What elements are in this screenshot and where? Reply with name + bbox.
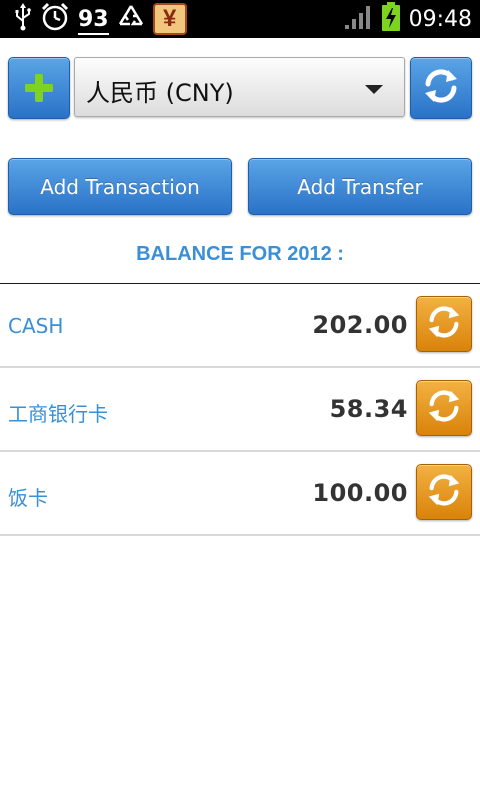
refresh-icon bbox=[425, 303, 463, 346]
account-name: CASH bbox=[8, 314, 64, 338]
add-account-button[interactable] bbox=[8, 57, 70, 119]
account-name: 饭卡 bbox=[8, 486, 48, 510]
toolbar: 人民币 (CNY) bbox=[8, 57, 472, 119]
account-refresh-button[interactable] bbox=[416, 464, 472, 520]
account-refresh-button[interactable] bbox=[416, 296, 472, 352]
account-balance: 202.00 bbox=[312, 311, 408, 339]
currency-select-value: 人民币 (CNY) bbox=[86, 79, 234, 107]
alarm-icon bbox=[40, 2, 70, 37]
notification-count: 93 bbox=[78, 6, 109, 35]
account-list: CASH 202.00 工商银行卡 58.34 饭卡 100.00 bbox=[0, 284, 480, 536]
recycle-icon bbox=[117, 4, 145, 35]
refresh-icon bbox=[421, 66, 461, 111]
clock: 09:48 bbox=[408, 6, 472, 32]
plus-icon bbox=[25, 74, 53, 102]
refresh-icon bbox=[425, 387, 463, 430]
refresh-button[interactable] bbox=[410, 57, 472, 119]
account-balance: 100.00 bbox=[312, 479, 408, 507]
account-row[interactable]: CASH 202.00 bbox=[0, 284, 480, 368]
account-row[interactable]: 工商银行卡 58.34 bbox=[0, 368, 480, 452]
balance-title: BALANCE FOR 2012 : bbox=[136, 243, 344, 265]
account-row[interactable]: 饭卡 100.00 bbox=[0, 452, 480, 536]
dropdown-caret-icon bbox=[365, 85, 383, 94]
usb-icon bbox=[14, 2, 32, 36]
currency-select[interactable]: 人民币 (CNY) bbox=[74, 57, 405, 117]
refresh-icon bbox=[425, 471, 463, 514]
status-bar-left: 93 ¥ bbox=[14, 2, 187, 37]
account-balance: 58.34 bbox=[329, 395, 408, 423]
status-bar: 93 ¥ 09:48 bbox=[0, 0, 480, 38]
status-bar-right: 09:48 bbox=[343, 1, 472, 37]
battery-charging-icon bbox=[381, 1, 401, 37]
account-refresh-button[interactable] bbox=[416, 380, 472, 436]
signal-icon bbox=[343, 3, 373, 36]
yen-app-icon: ¥ bbox=[152, 3, 187, 35]
add-transfer-button[interactable]: Add Transfer bbox=[248, 158, 472, 215]
account-name: 工商银行卡 bbox=[8, 402, 108, 426]
add-transaction-button[interactable]: Add Transaction bbox=[8, 158, 232, 215]
